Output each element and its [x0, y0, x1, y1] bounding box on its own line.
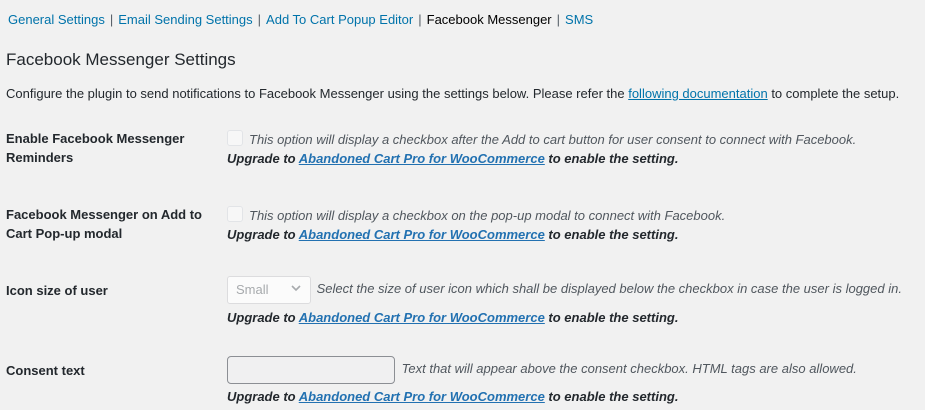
consent-text-description: Text that will appear above the consent … — [401, 361, 857, 377]
subnav-general-settings[interactable]: General Settings — [8, 12, 105, 27]
popup-modal-field: This option will display a checkbox on t… — [227, 206, 725, 223]
intro-text-before: Configure the plugin to send notificatio… — [6, 86, 629, 101]
popup-modal-checkbox[interactable] — [227, 206, 243, 222]
page-title: Facebook Messenger Settings — [6, 50, 236, 69]
enable-reminders-description: This option will display a checkbox afte… — [249, 132, 857, 147]
icon-size-label: Icon size of user — [6, 283, 108, 298]
subnav-separator: | — [257, 12, 262, 27]
subnav-add-to-cart-popup-editor[interactable]: Add To Cart Popup Editor — [266, 12, 413, 27]
subnav-facebook-messenger: Facebook Messenger — [426, 12, 552, 27]
upgrade-notice: Upgrade to Abandoned Cart Pro for WooCom… — [227, 310, 678, 325]
intro-text: Configure the plugin to send notificatio… — [6, 86, 899, 101]
settings-subnav: General Settings | Email Sending Settings |… — [8, 12, 593, 27]
subnav-separator: | — [109, 12, 114, 27]
documentation-link[interactable]: following documentation — [628, 86, 767, 101]
enable-reminders-checkbox[interactable] — [227, 130, 243, 146]
icon-size-field: Small Select the size of user icon which… — [227, 276, 902, 304]
upgrade-text-before: Upgrade to — [227, 389, 299, 404]
upgrade-notice: Upgrade to Abandoned Cart Pro for WooCom… — [227, 151, 678, 166]
consent-text-label: Consent text — [6, 363, 85, 378]
upgrade-link[interactable]: Abandoned Cart Pro for WooCommerce — [299, 227, 545, 242]
chevron-down-icon — [291, 285, 301, 292]
upgrade-text-after: to enable the setting. — [544, 227, 679, 242]
icon-size-description: Select the size of user icon which shall… — [316, 281, 902, 297]
upgrade-text-before: Upgrade to — [227, 227, 299, 242]
intro-text-after: to complete the setup. — [767, 86, 900, 101]
icon-size-selected: Small — [236, 282, 269, 297]
upgrade-link[interactable]: Abandoned Cart Pro for WooCommerce — [299, 389, 545, 404]
upgrade-link[interactable]: Abandoned Cart Pro for WooCommerce — [299, 310, 545, 325]
upgrade-text-after: to enable the setting. — [544, 310, 679, 325]
upgrade-link[interactable]: Abandoned Cart Pro for WooCommerce — [299, 151, 545, 166]
consent-text-field: Text that will appear above the consent … — [227, 356, 857, 384]
upgrade-text-before: Upgrade to — [227, 310, 299, 325]
upgrade-text-after: to enable the setting. — [544, 389, 679, 404]
popup-modal-description: This option will display a checkbox on t… — [249, 208, 726, 223]
subnav-email-sending-settings[interactable]: Email Sending Settings — [118, 12, 252, 27]
upgrade-text-before: Upgrade to — [227, 151, 299, 166]
subnav-separator: | — [418, 12, 422, 27]
subnav-separator: | — [556, 12, 561, 27]
popup-modal-label: Facebook Messenger on Add to Cart Pop-up… — [6, 207, 202, 241]
consent-text-input[interactable] — [227, 356, 395, 384]
subnav-sms[interactable]: SMS — [565, 12, 593, 27]
upgrade-notice: Upgrade to Abandoned Cart Pro for WooCom… — [227, 389, 678, 404]
enable-reminders-field: This option will display a checkbox afte… — [227, 130, 856, 147]
upgrade-notice: Upgrade to Abandoned Cart Pro for WooCom… — [227, 227, 678, 242]
upgrade-text-after: to enable the setting. — [544, 151, 679, 166]
icon-size-select[interactable]: Small — [227, 276, 311, 304]
enable-reminders-label: Enable Facebook Messenger Reminders — [6, 131, 185, 165]
